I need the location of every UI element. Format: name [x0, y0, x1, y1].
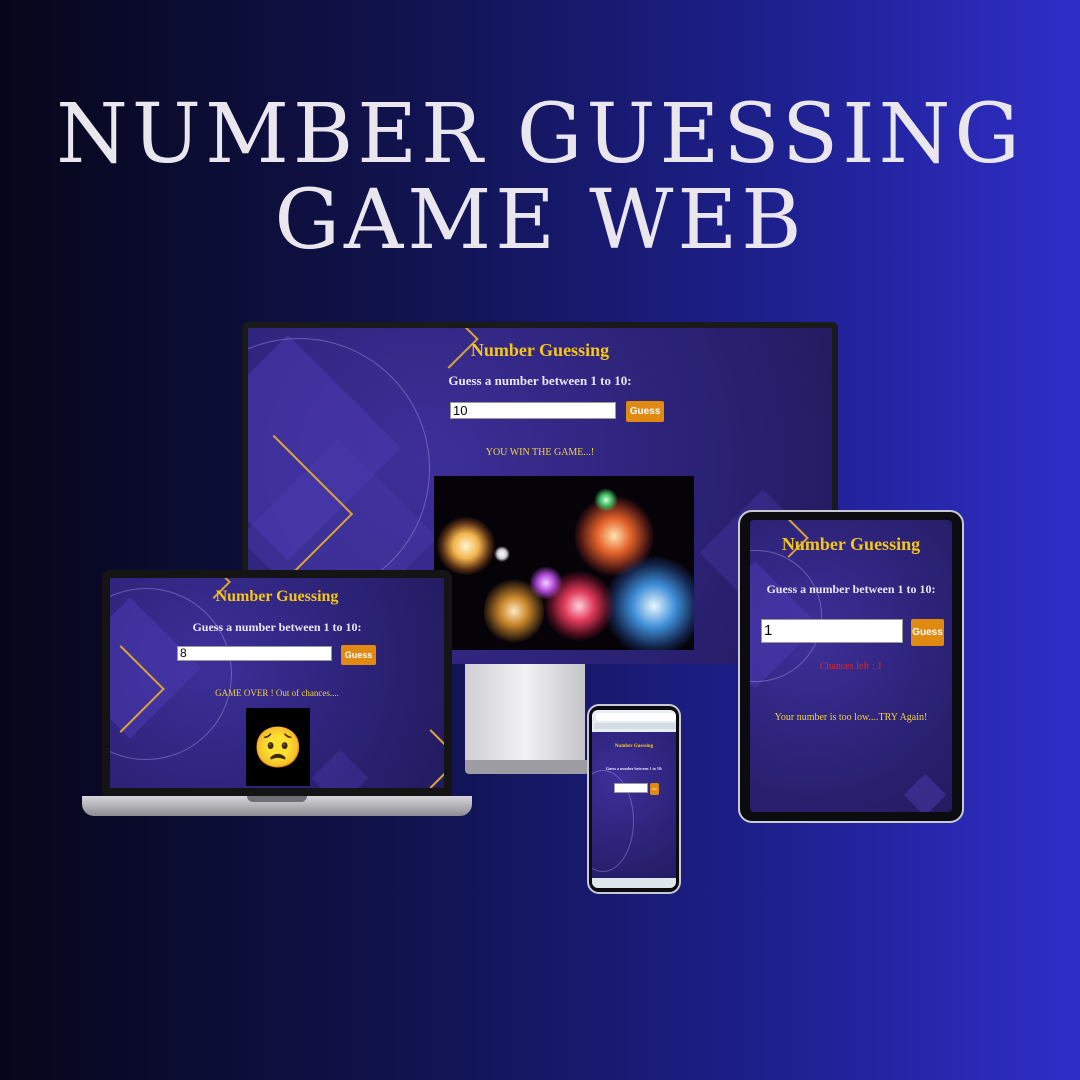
sad-face-emoji: 😟: [253, 724, 303, 771]
sad-face-image: 😟: [246, 708, 310, 786]
guess-prompt: Guess a number between 1 to 10:: [448, 373, 632, 388]
hint-message: Your number is too low....TRY Again!: [774, 712, 928, 723]
laptop-notch: [247, 796, 307, 802]
guess-prompt: Guess a number between 1 to 10:: [192, 620, 362, 634]
monitor-stand-base: [465, 760, 589, 774]
guess-input[interactable]: 8: [177, 646, 332, 661]
guess-button[interactable]: Gu: [650, 783, 659, 795]
monitor-stand: [465, 664, 585, 764]
chances-left: Chances left : 1: [819, 661, 883, 672]
tablet-screen: Number Guessing Guess a number between 1…: [750, 520, 952, 812]
game-title: Number Guessing: [470, 340, 610, 360]
guess-button[interactable]: Guess: [341, 645, 376, 665]
game-title: Number Guessing: [614, 744, 654, 749]
laptop-screen: Number Guessing Guess a number between 1…: [110, 578, 444, 788]
headline-line-2: GAME WEB: [274, 173, 806, 269]
browser-bar: [592, 710, 676, 732]
bookmarks-bar: [594, 723, 676, 729]
guess-input[interactable]: 10: [450, 402, 616, 419]
headline: NUMBER GUESSING GAME WEB: [0, 87, 1080, 269]
address-bar[interactable]: [596, 713, 676, 721]
win-message: YOU WIN THE GAME...!: [485, 447, 595, 458]
game-title: Number Guessing: [215, 588, 339, 605]
guess-button[interactable]: Guess: [626, 401, 664, 422]
taskbar: [592, 878, 676, 888]
game-title: Number Guessing: [781, 534, 921, 554]
guess-button[interactable]: Guess: [911, 619, 944, 646]
headline-line-1: NUMBER GUESSING: [56, 87, 1024, 182]
guess-input[interactable]: [614, 783, 648, 793]
guess-input[interactable]: 1: [761, 619, 903, 643]
guess-prompt: Guess a number between 1 to 10:: [605, 766, 663, 771]
phone-screen: Number Guessing Guess a number between 1…: [592, 710, 676, 888]
fireworks-image: [434, 476, 694, 650]
game-over-message: GAME OVER ! Out of chances....: [215, 688, 339, 698]
guess-prompt: Guess a number between 1 to 10:: [766, 582, 936, 596]
